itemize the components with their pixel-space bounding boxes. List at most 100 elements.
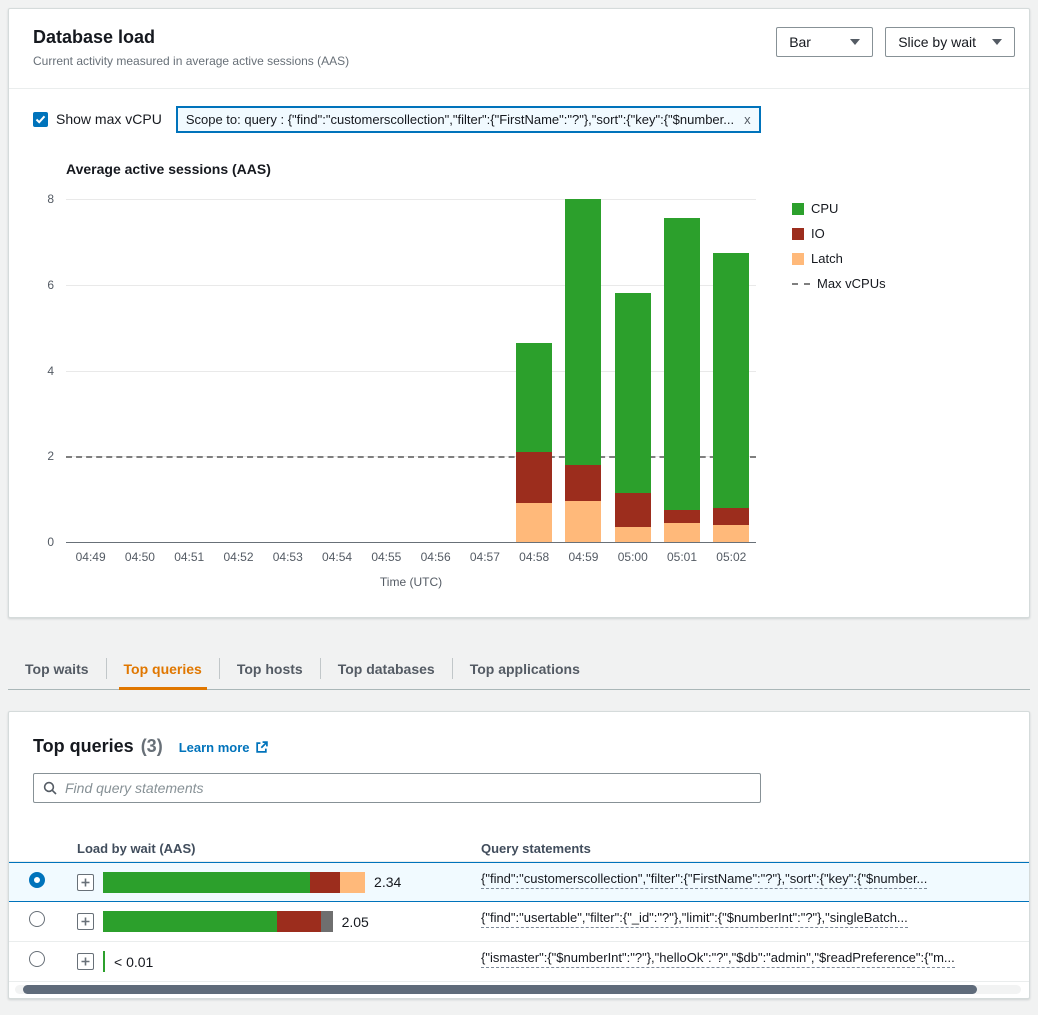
- bar-segment-io[interactable]: [565, 465, 601, 501]
- load-by-wait-cell: < 0.01: [103, 951, 481, 972]
- row-select-radio[interactable]: [29, 911, 45, 927]
- load-segment-cpu: [103, 951, 105, 972]
- query-row[interactable]: < 0.01{"ismaster":{"$numberInt":"?"},"he…: [9, 942, 1029, 982]
- show-max-vcpu-checkbox[interactable]: [33, 112, 48, 127]
- load-value: 2.34: [374, 874, 401, 890]
- search-input[interactable]: [65, 780, 751, 796]
- slice-by-dropdown-value: Slice by wait: [898, 34, 976, 50]
- load-segment-cpu: [103, 872, 310, 893]
- bar-segment-latch[interactable]: [615, 527, 651, 542]
- chart-controls: Show max vCPU Scope to: query : {"find":…: [9, 89, 1029, 133]
- bar-slot: [66, 199, 115, 542]
- chevron-down-icon: [850, 39, 860, 45]
- bar-slot: [510, 199, 559, 542]
- bar-slot: [115, 199, 164, 542]
- expand-row-button[interactable]: [77, 913, 94, 930]
- database-load-panel: Database load Current activity measured …: [8, 8, 1030, 618]
- y-tick-label: 8: [47, 192, 54, 206]
- bar-segment-io[interactable]: [664, 510, 700, 523]
- chart-type-dropdown-value: Bar: [789, 34, 811, 50]
- show-max-vcpu-label: Show max vCPU: [56, 111, 162, 127]
- learn-more-label: Learn more: [179, 740, 250, 755]
- queries-count: (3): [141, 736, 163, 757]
- plus-icon: [77, 953, 94, 970]
- bar-04:54: [319, 199, 355, 542]
- bar-segment-cpu[interactable]: [615, 293, 651, 492]
- bar-04:52: [220, 199, 256, 542]
- x-tick-label: 05:00: [608, 550, 657, 564]
- legend-label: IO: [811, 226, 825, 241]
- chart-type-dropdown[interactable]: Bar: [776, 27, 873, 57]
- dashed-line-swatch: [792, 283, 810, 285]
- load-by-wait-cell: 2.05: [103, 911, 481, 932]
- query-statement-link[interactable]: {"ismaster":{"$numberInt":"?"},"helloOk"…: [481, 950, 955, 968]
- x-tick-label: 04:56: [411, 550, 460, 564]
- bar-slot: [214, 199, 263, 542]
- panel-title: Database load: [33, 27, 349, 48]
- scrollbar-thumb[interactable]: [23, 985, 977, 994]
- tab-top-applications[interactable]: Top applications: [453, 648, 597, 689]
- load-segment-cpu: [103, 911, 277, 932]
- tab-top-databases[interactable]: Top databases: [321, 648, 452, 689]
- row-select-radio[interactable]: [29, 951, 45, 967]
- queries-panel-title: Top queries: [33, 736, 134, 757]
- query-statement-link[interactable]: {"find":"usertable","filter":{"_id":"?"}…: [481, 910, 908, 928]
- bar-slot: [657, 199, 706, 542]
- legend-item-max-vcpus[interactable]: Max vCPUs: [792, 276, 886, 291]
- x-tick-label: 04:51: [165, 550, 214, 564]
- learn-more-link[interactable]: Learn more: [179, 740, 268, 755]
- plus-icon: [77, 913, 94, 930]
- expand-row-button[interactable]: [77, 874, 94, 891]
- bar-segment-latch[interactable]: [713, 525, 749, 542]
- bar-segment-cpu[interactable]: [565, 199, 601, 465]
- bar-segment-latch[interactable]: [516, 503, 552, 542]
- color-swatch: [792, 203, 804, 215]
- bar-04:57: [467, 199, 503, 542]
- bar-segment-latch[interactable]: [565, 501, 601, 542]
- bar-segment-io[interactable]: [615, 493, 651, 527]
- legend-item-latch[interactable]: Latch: [792, 251, 886, 266]
- y-tick-label: 6: [47, 278, 54, 292]
- bar-slot: [411, 199, 460, 542]
- x-tick-label: 05:02: [707, 550, 756, 564]
- slice-by-dropdown[interactable]: Slice by wait: [885, 27, 1015, 57]
- load-segment-io: [310, 872, 340, 893]
- external-link-icon: [255, 741, 268, 754]
- x-tick-label: 04:54: [312, 550, 361, 564]
- x-tick-label: 04:53: [263, 550, 312, 564]
- row-select-radio[interactable]: [29, 872, 45, 888]
- y-tick-label: 0: [47, 535, 54, 549]
- scope-chip-close-button[interactable]: x: [744, 112, 751, 127]
- load-segment-io: [277, 911, 322, 932]
- panel-subtitle: Current activity measured in average act…: [33, 54, 349, 68]
- bar-segment-latch[interactable]: [664, 523, 700, 542]
- x-tick-label: 04:59: [559, 550, 608, 564]
- query-row[interactable]: 2.05{"find":"usertable","filter":{"_id":…: [9, 902, 1029, 942]
- bar-segment-io[interactable]: [516, 452, 552, 503]
- bar-04:59: [565, 199, 601, 542]
- load-by-wait-cell: 2.34: [103, 872, 481, 893]
- column-header-load-by-wait: Load by wait (AAS): [65, 841, 481, 856]
- expand-row-button[interactable]: [77, 953, 94, 970]
- query-rows: 2.34 {"find":"customerscollection","filte…: [9, 862, 1029, 982]
- legend-item-cpu[interactable]: CPU: [792, 201, 886, 216]
- query-statement-cell: {"find":"usertable","filter":{"_id":"?"}…: [481, 910, 1011, 933]
- row-select-cell: [9, 951, 65, 972]
- x-tick-label: 04:50: [115, 550, 164, 564]
- bar-segment-cpu[interactable]: [516, 343, 552, 452]
- queries-table: Load by wait (AAS) Query statements 2.34…: [9, 835, 1029, 982]
- chevron-down-icon: [992, 39, 1002, 45]
- tab-top-waits[interactable]: Top waits: [8, 648, 106, 689]
- tab-top-queries[interactable]: Top queries: [107, 648, 219, 689]
- bar-segment-cpu[interactable]: [664, 218, 700, 510]
- query-statement-link[interactable]: {"find":"customerscollection","filter":{…: [481, 871, 927, 889]
- bar-slot: [165, 199, 214, 542]
- tab-top-hosts[interactable]: Top hosts: [220, 648, 320, 689]
- chart-plot: 02468: [66, 199, 756, 543]
- bar-segment-io[interactable]: [713, 508, 749, 525]
- legend-item-io[interactable]: IO: [792, 226, 886, 241]
- load-segment-other: [321, 911, 332, 932]
- check-icon: [35, 115, 46, 124]
- query-row[interactable]: 2.34 {"find":"customerscollection","filte…: [9, 862, 1029, 902]
- bar-segment-cpu[interactable]: [713, 253, 749, 508]
